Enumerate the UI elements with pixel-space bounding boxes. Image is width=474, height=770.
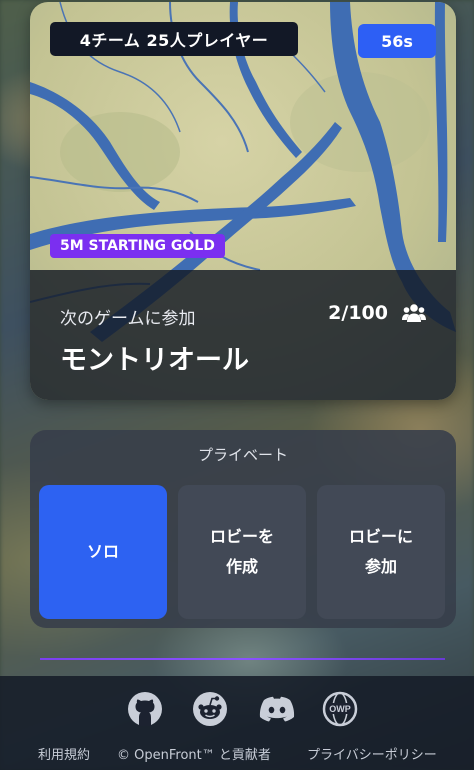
owp-icon[interactable]: OWP: [322, 691, 358, 727]
private-panel: プライベート ソロ ロビーを 作成 ロビーに 参加: [30, 430, 456, 628]
divider: [40, 658, 445, 660]
join-lobby-button[interactable]: ロビーに 参加: [317, 485, 445, 619]
solo-button[interactable]: ソロ: [39, 485, 167, 619]
copyright-link[interactable]: © OpenFront™ と貢献者: [117, 744, 271, 763]
terms-link[interactable]: 利用規約: [38, 744, 90, 763]
starting-gold-badge: 5M STARTING GOLD: [50, 234, 225, 258]
next-game-card[interactable]: 4チーム 25人プレイヤー 56s 5M STARTING GOLD 次のゲーム…: [30, 2, 456, 400]
game-info-overlay: 次のゲームに参加 モントリオール 2/100: [30, 270, 456, 400]
player-count: 2/100: [328, 302, 426, 324]
player-count-value: 2/100: [328, 302, 388, 324]
map-name: モントリオール: [60, 345, 249, 376]
private-section-title: プライベート: [197, 446, 288, 464]
discord-icon[interactable]: [258, 691, 296, 727]
github-icon[interactable]: [127, 691, 163, 727]
users-icon: [402, 304, 426, 322]
team-mode-badge: 4チーム 25人プレイヤー: [50, 22, 298, 56]
create-lobby-button[interactable]: ロビーを 作成: [178, 485, 306, 619]
join-next-game-label: 次のゲームに参加: [60, 309, 196, 329]
privacy-policy-link[interactable]: プライバシーポリシー: [307, 744, 437, 763]
social-links: OWP: [0, 691, 474, 727]
footer-links: 利用規約 © OpenFront™ と貢献者 プライバシーポリシー: [0, 744, 474, 764]
countdown-timer: 56s: [358, 24, 436, 58]
reddit-icon[interactable]: [192, 691, 228, 727]
footer: OWP 利用規約 © OpenFront™ と貢献者 プライバシーポリシー: [0, 676, 474, 770]
svg-text:OWP: OWP: [329, 704, 351, 714]
